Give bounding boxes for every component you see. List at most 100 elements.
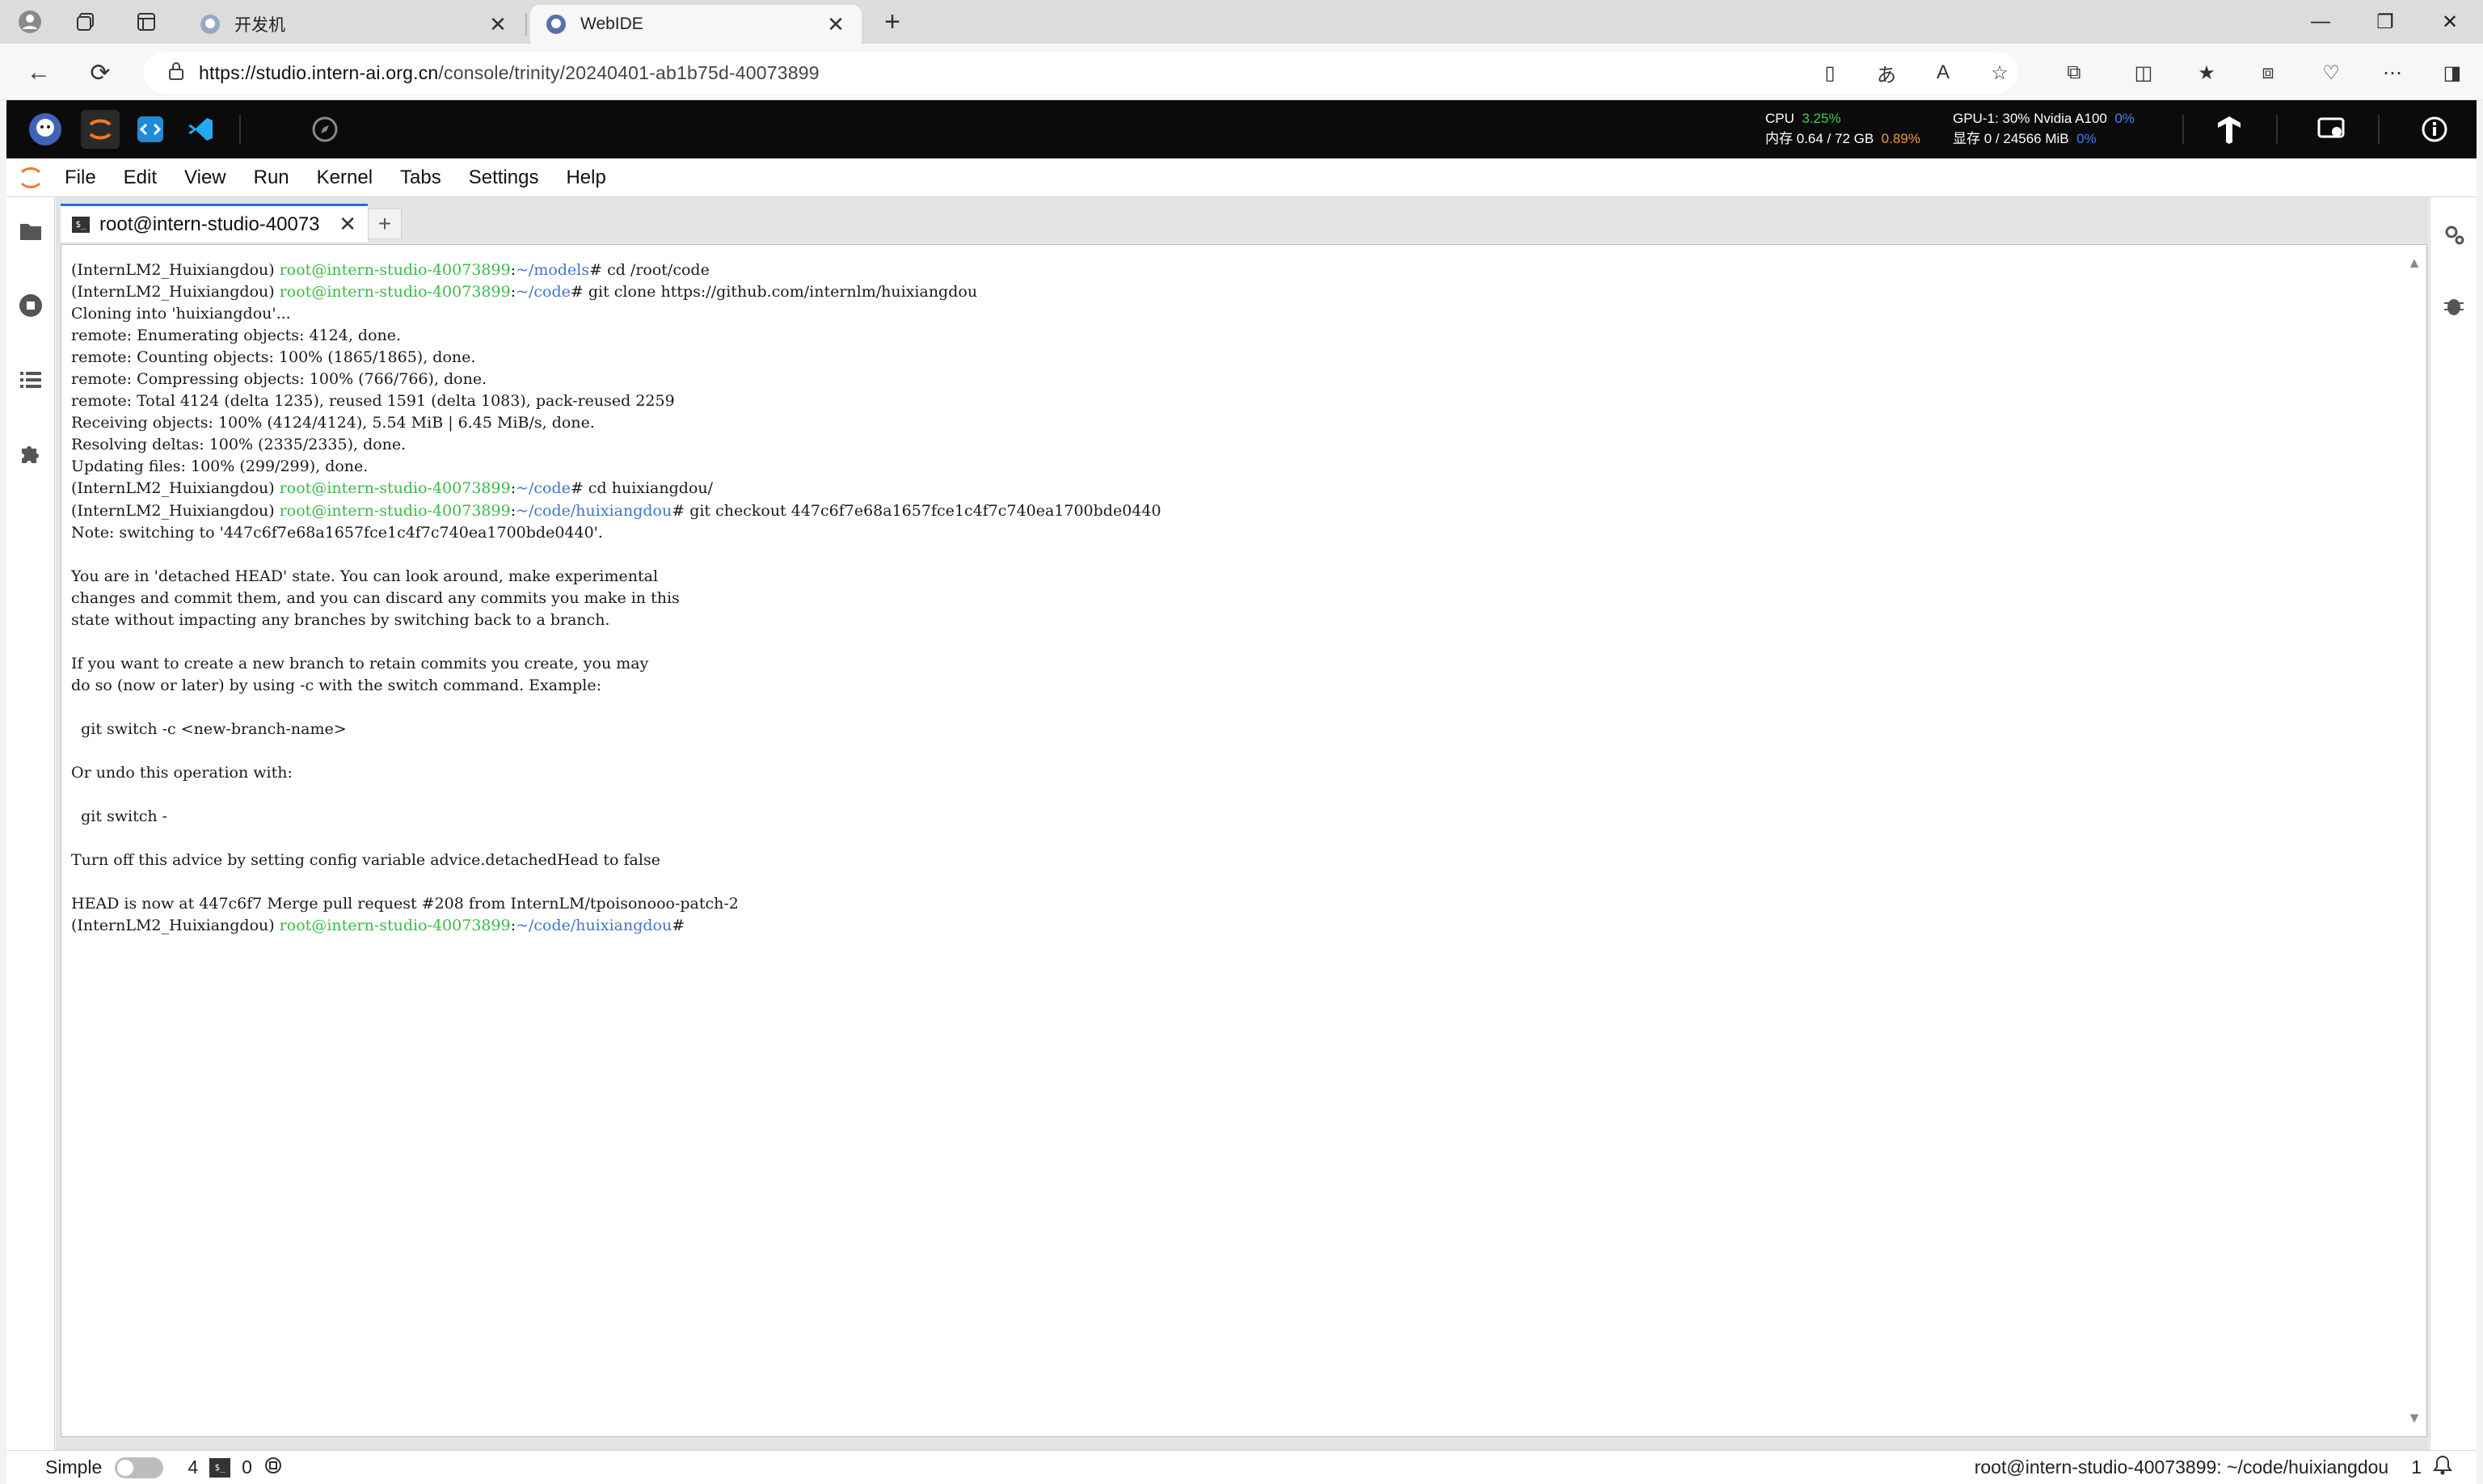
- main-area: $_ root@intern-studio-40073 ✕ + (InternL…: [56, 197, 2429, 1450]
- translate-icon[interactable]: あ: [1872, 58, 1901, 87]
- toolbar-divider: [2378, 115, 2380, 144]
- terminal-output: (InternLM2_Huixiangdou) root@intern-stud…: [71, 259, 2383, 937]
- kernel-gear-icon[interactable]: [263, 1456, 283, 1480]
- menu-bar: File Edit View Run Kernel Tabs Settings …: [6, 158, 2477, 197]
- tensorflow-icon[interactable]: [2210, 110, 2249, 149]
- menu-edit[interactable]: Edit: [114, 167, 167, 189]
- prompt-env: (InternLM2_Huixiangdou): [71, 917, 275, 935]
- terminal-prompt-line: (InternLM2_Huixiangdou) root@intern-stud…: [71, 261, 710, 279]
- terminal-output-line: git switch -c <new-branch-name>: [71, 719, 347, 738]
- menu-settings[interactable]: Settings: [459, 167, 549, 189]
- workspaces-icon[interactable]: [73, 8, 100, 36]
- prompt-path: ~/models: [516, 261, 590, 279]
- reading-view-icon[interactable]: ▯: [1815, 58, 1844, 87]
- tab-actions-icon[interactable]: [133, 8, 160, 36]
- address-bar[interactable]: https://studio.intern-ai.org.cn/console/…: [144, 52, 2017, 94]
- cpu-label: CPU: [1765, 111, 1794, 126]
- profile-icon[interactable]: [16, 8, 44, 36]
- running-stop-icon[interactable]: [16, 291, 45, 320]
- menu-file[interactable]: File: [55, 167, 106, 189]
- prompt-user-host: root@intern-studio-40073899: [279, 283, 511, 301]
- terminal-count[interactable]: 0: [242, 1457, 252, 1478]
- browser-essentials-icon[interactable]: ♡: [2316, 58, 2346, 87]
- property-inspector-icon[interactable]: [2439, 220, 2468, 249]
- prompt-command: cd huixiangdou/: [588, 479, 714, 498]
- menu-run[interactable]: Run: [244, 167, 299, 189]
- monitor-icon[interactable]: [2312, 110, 2350, 149]
- browser-tab-webide[interactable]: WebIDE ✕: [530, 5, 862, 44]
- prompt-command: cd /root/code: [607, 261, 710, 279]
- menu-tabs[interactable]: Tabs: [390, 167, 451, 189]
- terminal-output-line: remote: Compressing objects: 100% (766/7…: [71, 370, 487, 389]
- window-close-button[interactable]: ✕: [2422, 0, 2478, 44]
- info-icon[interactable]: [2415, 110, 2454, 149]
- terminal-output-line: Note: switching to '447c6f7e68a1657fce1c…: [71, 523, 603, 542]
- terminal-output-line: Turn off this advice by setting config v…: [71, 851, 660, 870]
- code-editor-icon[interactable]: [131, 110, 170, 149]
- refresh-button[interactable]: ⟳: [84, 57, 116, 89]
- close-icon[interactable]: ✕: [487, 12, 509, 37]
- jupyter-icon[interactable]: [81, 110, 120, 149]
- simple-mode-toggle[interactable]: [115, 1457, 164, 1478]
- bell-icon[interactable]: [2433, 1455, 2452, 1481]
- scroll-down-arrow-icon[interactable]: ▼: [2407, 1410, 2422, 1427]
- terminal-output-line: changes and commit them, and you can dis…: [71, 588, 680, 607]
- prompt-user-host: root@intern-studio-40073899: [279, 917, 511, 935]
- more-icon[interactable]: ⋯: [2378, 58, 2407, 87]
- terminal-output-line: remote: Total 4124 (delta 1235), reused …: [71, 392, 675, 411]
- terminal-scrollbar[interactable]: ▲ ▼: [2404, 245, 2426, 1436]
- close-icon[interactable]: ✕: [824, 12, 847, 37]
- favorites-icon[interactable]: ★: [2192, 58, 2221, 87]
- new-tab-button[interactable]: +: [876, 6, 908, 37]
- debugger-bug-icon[interactable]: [2439, 291, 2468, 320]
- browser-toolbar: ← ⟳ https://studio.intern-ai.org.cn/cons…: [0, 44, 2483, 100]
- menu-help[interactable]: Help: [556, 167, 615, 189]
- simple-mode-label: Simple: [45, 1457, 103, 1478]
- kernel-count[interactable]: 4: [188, 1457, 198, 1478]
- terminal-output-line: do so (now or later) by using -c with th…: [71, 676, 601, 694]
- terminal-panel[interactable]: (InternLM2_Huixiangdou) root@intern-stud…: [61, 244, 2427, 1437]
- intern-logo-icon[interactable]: [26, 110, 65, 149]
- extension-puzzle-icon[interactable]: [16, 440, 45, 469]
- restore-button[interactable]: ❐: [2357, 0, 2413, 44]
- cpu-value: 3.25%: [1802, 111, 1841, 126]
- terminal-tab[interactable]: $_ root@intern-studio-40073 ✕: [61, 204, 368, 242]
- notification-count[interactable]: 1: [2411, 1457, 2422, 1478]
- split-screen-icon[interactable]: ◫: [2129, 58, 2158, 87]
- collections-icon[interactable]: ⧈: [2253, 58, 2283, 87]
- close-icon[interactable]: ✕: [339, 212, 356, 237]
- table-of-contents-icon[interactable]: [16, 365, 45, 394]
- left-sidebar: [6, 197, 55, 1450]
- favorite-star-icon[interactable]: ☆: [1985, 58, 2014, 87]
- minimize-button[interactable]: —: [2292, 0, 2349, 44]
- extensions-icon[interactable]: ⧉: [2059, 58, 2089, 87]
- terminal-icon: $_: [72, 216, 90, 233]
- new-launcher-button[interactable]: +: [368, 209, 402, 239]
- sidebar-toggle-icon[interactable]: ◨: [2438, 58, 2467, 87]
- menu-view[interactable]: View: [175, 167, 236, 189]
- vram-value: 0 / 24566 MiB: [1983, 131, 2069, 146]
- toolbar-divider: [2182, 115, 2184, 144]
- vscode-icon[interactable]: [181, 110, 220, 149]
- gpu-percent: 0%: [2114, 111, 2135, 126]
- resource-stats-cpu: CPU 3.25% 内存 0.64 / 72 GB 0.89%: [1765, 108, 1920, 149]
- browser-tab-devmachine[interactable]: 开发机 ✕: [184, 5, 524, 44]
- prompt-env: (InternLM2_Huixiangdou): [71, 501, 275, 520]
- back-button[interactable]: ←: [23, 57, 55, 89]
- vram-percent: 0%: [2076, 131, 2097, 146]
- terminal-output-line: Cloning into 'huixiangdou'...: [71, 305, 291, 323]
- terminal-prompt-line: (InternLM2_Huixiangdou) root@intern-stud…: [71, 917, 690, 935]
- compass-icon[interactable]: [306, 110, 344, 149]
- terminal-icon: $_: [209, 1457, 231, 1478]
- read-aloud-icon[interactable]: A: [1929, 58, 1958, 87]
- menu-kernel[interactable]: Kernel: [307, 167, 382, 189]
- scroll-up-arrow-icon[interactable]: ▲: [2407, 255, 2422, 272]
- folder-icon[interactable]: [16, 217, 45, 246]
- mem-value: 0.64 / 72 GB: [1796, 131, 1874, 146]
- terminal-output-line: git switch -: [71, 807, 168, 826]
- lock-icon[interactable]: [168, 61, 184, 85]
